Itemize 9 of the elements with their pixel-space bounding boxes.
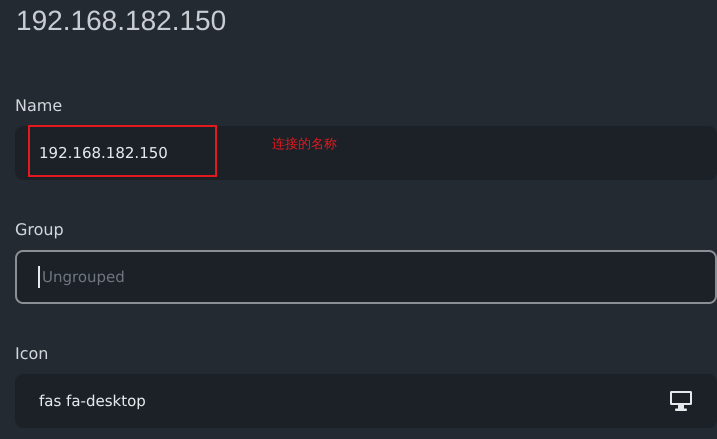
field-label: Icon — [15, 344, 48, 364]
connection-title: 192.168.182.150 — [15, 4, 228, 38]
annotation-note: 连接的名称 — [272, 136, 337, 153]
text-cursor — [38, 266, 40, 288]
field-label: Name — [15, 96, 62, 116]
input-field[interactable]: Ungrouped — [15, 250, 717, 304]
monitor-icon — [669, 390, 693, 412]
icon-field[interactable]: fas fa-desktop — [15, 374, 717, 428]
field-label: Group — [15, 220, 64, 240]
